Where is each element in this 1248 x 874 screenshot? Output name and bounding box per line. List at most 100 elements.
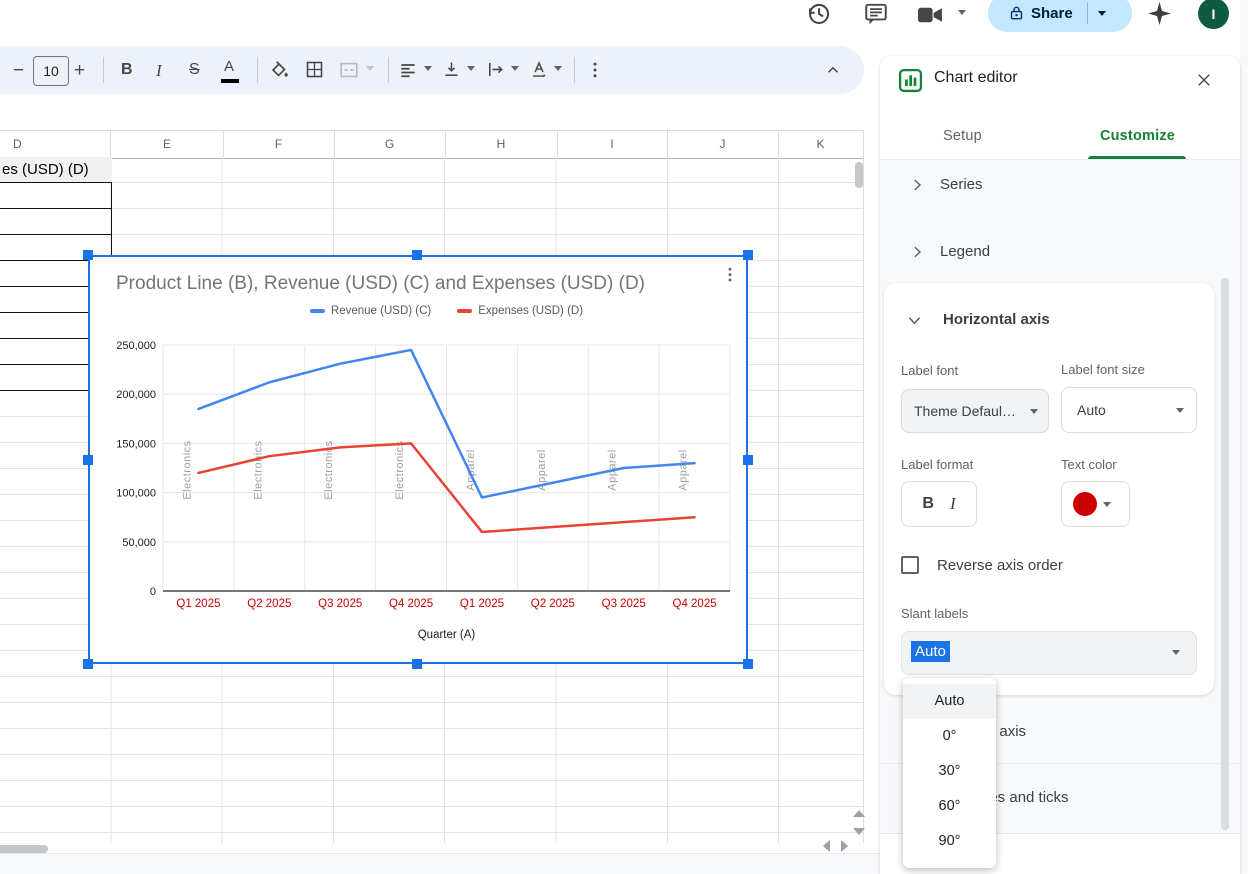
chevron-right-icon[interactable] [908,176,926,194]
column-header-G[interactable]: G [334,131,446,157]
column-headers: DEFGHIJK [0,130,863,159]
italic-toggle[interactable]: I [950,494,956,514]
font-size-input[interactable]: 10 [33,56,69,86]
fill-color-icon[interactable] [268,59,290,81]
vertical-align-caret[interactable] [467,66,475,71]
avatar[interactable]: I [1198,0,1229,29]
toolbar-divider [388,57,389,83]
text-color-select[interactable] [1061,481,1130,527]
label-font-value: Theme Defaul… [914,403,1016,419]
slant-labels-value: Auto [911,641,950,662]
tab-setup[interactable]: Setup [905,128,1020,144]
decrease-font-size-button[interactable]: − [13,60,24,82]
more-options-icon[interactable] [585,60,605,80]
text-wrap-icon[interactable] [485,59,506,80]
column-header-I[interactable]: I [557,131,668,157]
chevron-right-icon[interactable] [908,243,926,261]
horizontal-align-icon[interactable] [398,60,418,80]
vertical-scrollbar-thumb[interactable] [855,162,863,188]
reverse-axis-label: Reverse axis order [937,557,1063,574]
share-button[interactable]: Share [988,0,1132,32]
section-horizontal-axis[interactable]: Horizontal axis [943,311,1050,328]
svg-text:200,000: 200,000 [116,389,156,401]
menu-option-90deg[interactable]: 90° [903,824,996,859]
reverse-axis-checkbox[interactable] [901,556,919,574]
increase-font-size-button[interactable]: + [74,60,85,82]
borders-icon[interactable] [304,59,325,80]
menu-option-60deg[interactable]: 60° [903,789,996,824]
bold-toggle[interactable]: B [922,495,934,513]
share-label: Share [1031,5,1073,22]
column-header-J[interactable]: J [667,131,779,157]
label-font-size-value: Auto [1077,402,1106,418]
version-history-icon[interactable] [805,1,832,28]
google-sheets-window: Share I − 10 + B I S A [0,0,1248,874]
menu-option-30deg[interactable]: 30° [903,754,996,789]
svg-text:50,000: 50,000 [122,537,156,549]
chart-handle-mid-right[interactable] [743,455,753,465]
scroll-left-arrow[interactable] [823,840,830,852]
merge-cells-caret[interactable] [366,66,374,71]
text-color-button[interactable]: A [224,58,234,75]
tab-customize[interactable]: Customize [1080,128,1195,144]
close-icon[interactable] [1195,71,1213,89]
scroll-right-arrow[interactable] [841,840,848,852]
horizontal-align-caret[interactable] [424,66,432,71]
text-rotation-caret[interactable] [554,66,562,71]
toolbar-divider [574,57,575,83]
menu-option-auto[interactable]: Auto [903,684,996,719]
bold-button[interactable]: B [121,61,133,79]
svg-text:Electronics: Electronics [394,440,406,499]
chart-handle-top-left[interactable] [83,250,93,260]
collapse-toolbar-icon[interactable] [824,61,842,79]
gemini-sparkle-icon[interactable] [1147,1,1172,26]
text-rotation-icon[interactable] [529,59,550,80]
label-font-size-select[interactable]: Auto [1061,387,1197,433]
section-series[interactable]: Series [940,176,983,193]
share-dropdown-caret[interactable] [1098,11,1106,16]
merge-cells-icon[interactable] [338,59,360,81]
scroll-down-arrow[interactable] [853,828,865,835]
chart-handle-top-mid[interactable] [412,250,422,260]
cell-expenses-header[interactable]: es (USD) (D) [0,157,112,182]
scroll-up-arrow[interactable] [853,810,865,817]
text-color-label: Text color [1061,457,1117,472]
svg-text:Q4 2025: Q4 2025 [673,598,717,610]
avatar-initial: I [1212,6,1216,22]
label-font-select[interactable]: Theme Defaul… [901,389,1049,433]
svg-text:Electronics: Electronics [252,440,264,499]
vertical-align-icon[interactable] [441,59,462,80]
svg-text:100,000: 100,000 [116,488,156,500]
svg-text:Q1 2025: Q1 2025 [176,598,220,610]
svg-text:250,000: 250,000 [116,340,156,352]
chart-handle-top-right[interactable] [743,250,753,260]
text-color-swatch [1073,492,1097,516]
meet-dropdown-caret[interactable] [958,10,966,15]
svg-text:Q3 2025: Q3 2025 [602,598,646,610]
chart-handle-mid-left[interactable] [83,455,93,465]
column-header-E[interactable]: E [111,131,224,157]
column-header-F[interactable]: F [223,131,335,157]
chart-handle-bottom-right[interactable] [743,659,753,669]
column-header-D[interactable]: D [0,131,111,157]
label-format-label: Label format [901,457,973,472]
slant-labels-caret [1172,650,1180,655]
meet-video-icon[interactable] [917,3,944,27]
column-header-H[interactable]: H [445,131,558,157]
panel-scrollbar-thumb[interactable] [1221,278,1229,830]
chart-handle-bottom-left[interactable] [83,659,93,669]
chart[interactable]: Product Line (B), Revenue (USD) (C) and … [88,255,748,664]
strikethrough-button[interactable]: S [189,61,200,79]
italic-button[interactable]: I [156,61,162,81]
horizontal-scrollbar-thumb[interactable] [0,845,48,853]
chevron-down-icon[interactable] [905,311,924,330]
grid-right-border [863,130,864,843]
sheet-bottom-bar [0,853,880,874]
section-legend[interactable]: Legend [940,243,990,260]
comments-icon[interactable] [863,1,889,27]
toolbar-divider [103,57,104,83]
menu-option-0deg[interactable]: 0° [903,719,996,754]
text-wrap-caret[interactable] [511,66,519,71]
column-header-K[interactable]: K [778,131,864,157]
chart-handle-bottom-mid[interactable] [412,659,422,669]
